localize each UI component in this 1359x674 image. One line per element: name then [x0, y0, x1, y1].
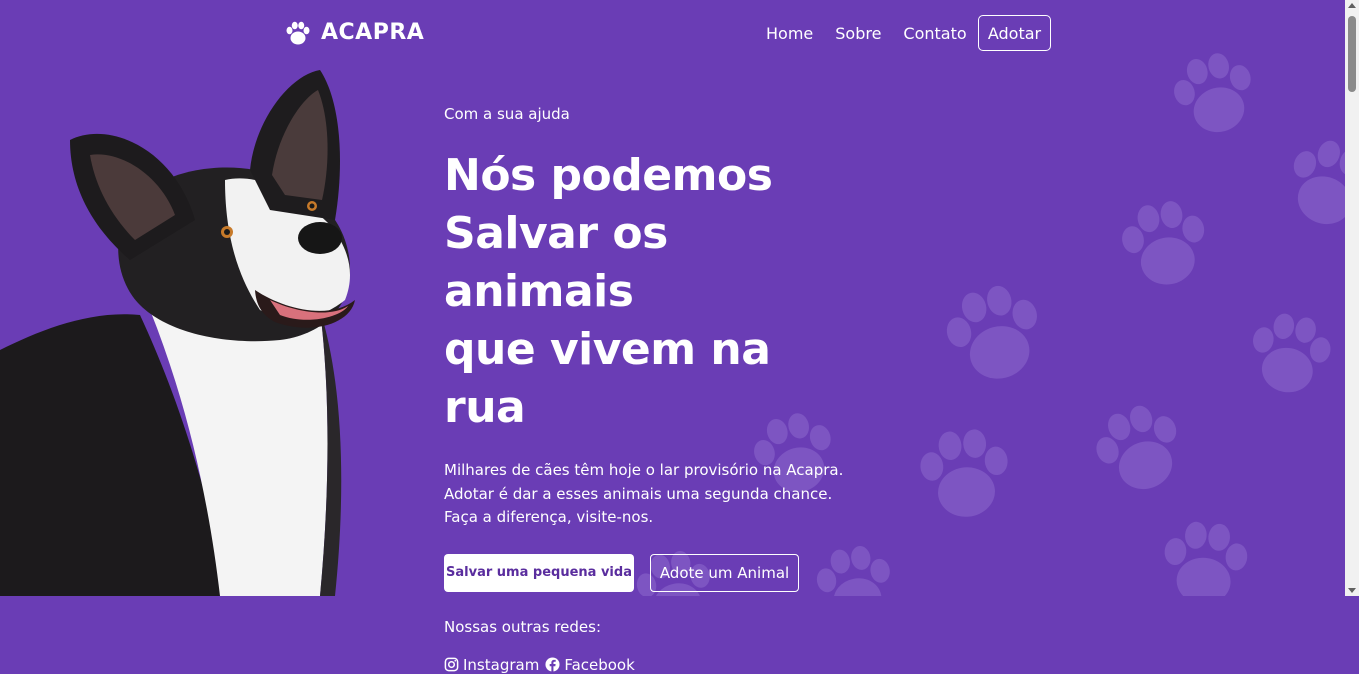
facebook-label: Facebook	[564, 655, 635, 674]
instagram-label: Instagram	[463, 655, 540, 674]
instagram-icon	[444, 657, 459, 672]
adotar-button[interactable]: Adotar	[978, 15, 1051, 51]
brand-logo[interactable]: ACAPRA	[285, 20, 424, 45]
headline-line-2: Salvar os animais	[444, 208, 668, 317]
hero-section: Com a sua ajuda Nós podemos Salvar os an…	[444, 105, 864, 674]
vertical-scrollbar[interactable]	[1345, 0, 1359, 596]
hero-headline: Nós podemos Salvar os animais que vivem …	[444, 147, 864, 437]
hero-buttons: Salvar uma pequena vida Adote um Animal	[444, 553, 864, 592]
save-life-button[interactable]: Salvar uma pequena vida	[444, 553, 634, 592]
facebook-icon	[545, 657, 560, 672]
brand-name: ACAPRA	[321, 20, 425, 45]
dog-photo	[0, 70, 355, 596]
adopt-animal-button[interactable]: Adote um Animal	[650, 553, 799, 592]
nav-link-home[interactable]: Home	[766, 24, 813, 43]
social-title: Nossas outras redes:	[444, 617, 601, 636]
scroll-up-arrow-icon[interactable]	[1348, 3, 1356, 8]
social-links: Instagram Facebook	[444, 656, 864, 674]
hero-eyebrow: Com a sua ajuda	[444, 105, 570, 123]
scrollbar-thumb[interactable]	[1348, 16, 1356, 92]
paw-icon	[286, 21, 310, 44]
instagram-link[interactable]: Instagram	[444, 656, 539, 674]
scroll-down-arrow-icon[interactable]	[1348, 588, 1356, 593]
headline-line-1: Nós podemos	[444, 150, 773, 201]
nav-link-contato[interactable]: Contato	[903, 24, 966, 43]
nav-link-sobre[interactable]: Sobre	[835, 24, 881, 43]
headline-line-3: que vivem na rua	[444, 324, 771, 433]
nav-links: Home Sobre Contato	[766, 24, 967, 43]
hero-description: Milhares de cães têm hoje o lar provisór…	[444, 461, 844, 526]
facebook-link[interactable]: Facebook	[545, 655, 635, 674]
top-navbar: ACAPRA Home Sobre Contato Adotar	[0, 0, 1345, 70]
